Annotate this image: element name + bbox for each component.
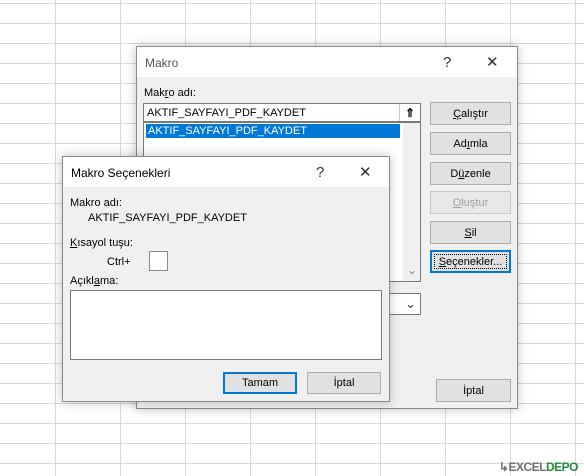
cancel-button[interactable]: İptal <box>436 379 511 402</box>
options-button[interactable]: Seçenekler... <box>430 250 511 273</box>
create-button[interactable]: Oluştur <box>430 191 511 214</box>
list-item[interactable]: AKTIF_SAYFAYI_PDF_KAYDET <box>146 124 400 138</box>
help-icon[interactable]: ? <box>443 55 451 70</box>
macro-dialog-titlebar: Makro ? ✕ <box>137 47 517 77</box>
help-icon[interactable]: ? <box>316 165 324 180</box>
macro-name-value: AKTIF_SAYFAYI_PDF_KAYDET <box>147 107 306 119</box>
description-label: Açıklama: <box>70 275 119 287</box>
macro-name-input[interactable]: AKTIF_SAYFAYI_PDF_KAYDET ⇑ <box>143 103 421 122</box>
close-icon[interactable]: ✕ <box>486 55 499 70</box>
chevron-down-icon: ⌄ <box>405 296 416 311</box>
delete-button[interactable]: Sil <box>430 221 511 244</box>
macro-name-label: Makro adı: <box>144 87 196 99</box>
macro-name-label: Makro adı: <box>70 197 122 209</box>
ok-button[interactable]: Tamam <box>223 372 297 394</box>
run-button[interactable]: Çalıştır <box>430 102 511 125</box>
close-icon[interactable]: ✕ <box>359 165 372 180</box>
macro-name-value: AKTIF_SAYFAYI_PDF_KAYDET <box>88 212 247 224</box>
macro-options-dialog: Makro Seçenekleri ? ✕ Makro adı: AKTIF_S… <box>62 156 390 402</box>
list-scrollbar[interactable]: ⌄ <box>403 123 420 281</box>
scroll-down-icon[interactable]: ⌄ <box>407 263 417 277</box>
description-input[interactable] <box>70 290 382 360</box>
shortcut-key-input[interactable] <box>149 251 168 271</box>
ctrl-label: Ctrl+ <box>107 256 131 268</box>
upload-icon[interactable]: ⇑ <box>399 104 420 121</box>
edit-button[interactable]: Dü zenle <box>430 162 511 185</box>
macro-dialog-title: Makro <box>145 56 179 70</box>
step-into-button[interactable]: Ad ı mla <box>430 132 511 155</box>
options-dialog-titlebar: Makro Seçenekleri ? ✕ <box>63 157 389 187</box>
cancel-button[interactable]: İptal <box>307 372 381 394</box>
options-dialog-title: Makro Seçenekleri <box>71 166 171 180</box>
shortcut-key-label: Kısayol tuşu: <box>70 237 133 249</box>
macros-in-dropdown[interactable]: ⌄ <box>387 293 421 315</box>
excel-depo-watermark: ↳EXCELDEPO <box>498 460 579 474</box>
